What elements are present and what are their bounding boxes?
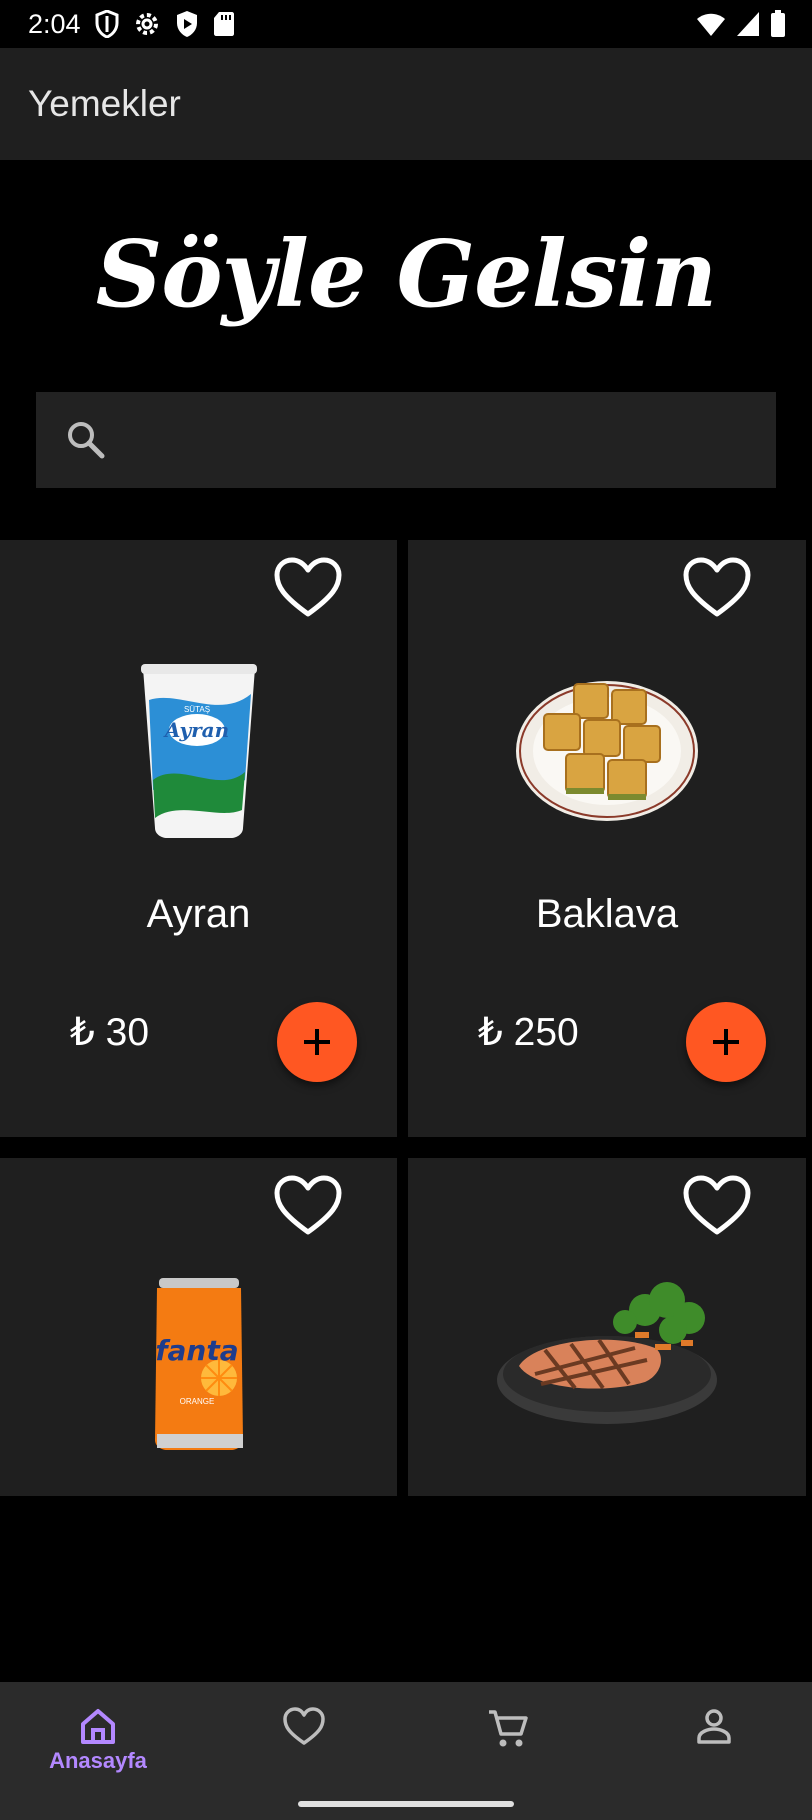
play-protect-icon <box>176 11 197 37</box>
add-to-cart-button[interactable] <box>277 1002 357 1082</box>
plus-icon <box>304 1029 330 1055</box>
nav-item-favorites[interactable] <box>244 1706 364 1746</box>
product-card[interactable] <box>408 1158 806 1496</box>
wifi-icon <box>697 13 725 36</box>
sd-card-icon <box>213 12 234 36</box>
product-image-baklava <box>408 666 806 826</box>
product-card[interactable]: Ayran SÜTAŞ Ayran ₺ 30 <box>0 540 397 1137</box>
search-icon <box>68 422 105 459</box>
status-bar: 2:04 <box>0 0 812 48</box>
person-icon <box>697 1709 731 1744</box>
favorite-heart-icon[interactable] <box>273 556 343 620</box>
vpn-shield-icon <box>95 10 119 38</box>
product-image-fanta: fanta ORANGE <box>0 1274 397 1454</box>
favorite-heart-icon[interactable] <box>682 1174 752 1238</box>
app-bar-title: Yemekler <box>28 83 181 124</box>
cell-signal-icon <box>737 12 759 36</box>
status-time: 2:04 <box>28 8 81 39</box>
svg-text:fanta: fanta <box>155 1334 238 1367</box>
add-to-cart-button[interactable] <box>686 1002 766 1082</box>
product-card[interactable]: Baklava ₺ 250 <box>408 540 806 1137</box>
home-icon <box>81 1709 115 1744</box>
favorite-heart-icon[interactable] <box>682 556 752 620</box>
svg-text:SÜTAŞ: SÜTAŞ <box>183 705 209 714</box>
bottom-navigation: Anasayfa <box>0 1682 812 1820</box>
cart-icon <box>489 1710 528 1747</box>
app-bar: Yemekler <box>0 48 812 160</box>
nav-label-home: Anasayfa <box>49 1748 147 1773</box>
nav-item-cart[interactable] <box>448 1706 568 1750</box>
search-input[interactable] <box>108 391 776 489</box>
svg-text:Ayran: Ayran <box>162 718 228 742</box>
product-image-ayran: Ayran SÜTAŞ <box>0 660 397 840</box>
product-price: ₺ 30 <box>70 1011 150 1054</box>
search-bar[interactable] <box>36 391 776 489</box>
plus-icon <box>713 1029 739 1055</box>
nav-item-home[interactable]: Anasayfa <box>38 1706 158 1774</box>
product-name: Baklava <box>535 892 679 936</box>
product-price: ₺ 250 <box>478 1011 579 1054</box>
nav-item-profile[interactable] <box>654 1706 774 1746</box>
battery-icon <box>771 10 785 37</box>
product-name: Ayran <box>146 892 251 936</box>
product-image-salmon <box>408 1270 806 1430</box>
heart-icon <box>283 1707 325 1745</box>
brand-title: Söyle Gelsin <box>95 220 717 328</box>
settings-gear-icon <box>135 13 158 35</box>
product-card[interactable]: fanta ORANGE <box>0 1158 397 1496</box>
favorite-heart-icon[interactable] <box>273 1174 343 1238</box>
svg-text:ORANGE: ORANGE <box>179 1397 214 1406</box>
home-indicator[interactable] <box>298 1801 514 1807</box>
